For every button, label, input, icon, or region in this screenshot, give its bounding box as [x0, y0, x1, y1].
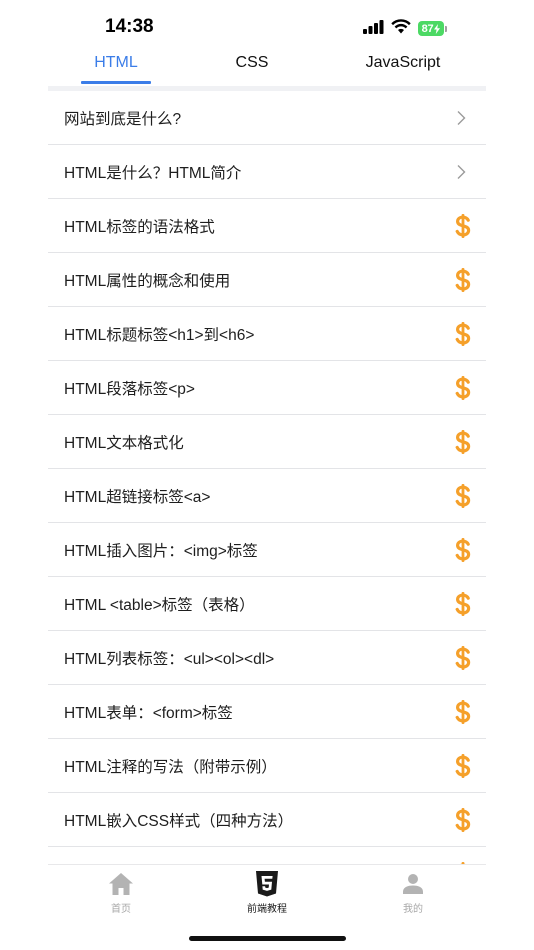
list-item[interactable]: HTML插入图片：<img>标签	[48, 523, 486, 577]
list-item[interactable]: 网站到底是什么?	[48, 91, 486, 145]
list-item[interactable]: HTML文本格式化	[48, 415, 486, 469]
chevron-right-icon	[452, 163, 470, 181]
tab-javascript[interactable]: JavaScript	[366, 54, 441, 72]
chevron-right-icon	[452, 109, 470, 127]
list-item-label: HTML <table>标签（表格）	[64, 596, 255, 614]
bottom-nav: 首页 前端教程 我的	[48, 864, 486, 921]
dollar-icon	[452, 807, 474, 833]
list-item[interactable]: HTML属性的概念和使用	[48, 253, 486, 307]
lesson-list[interactable]: 网站到底是什么? HTML是什么？HTML简介 HTML标签的语法格式 HTML属性的…	[48, 91, 486, 864]
tab-html[interactable]: HTML	[94, 54, 138, 72]
nav-label-profile: 我的	[403, 904, 423, 915]
list-item[interactable]: HTML注释的写法（附带示例）	[48, 739, 486, 793]
user-icon	[400, 871, 426, 897]
status-time: 14:38	[105, 16, 154, 37]
list-item[interactable]: HTML段落标签<p>	[48, 361, 486, 415]
list-item-label: HTML文本格式化	[64, 434, 184, 452]
nav-item-profile[interactable]: 我的	[373, 871, 453, 915]
list-item-label: HTML列表标签：<ul><ol><dl>	[64, 650, 275, 668]
dollar-icon	[452, 483, 474, 509]
category-tabs: HTML CSS JavaScript	[48, 48, 486, 86]
list-item-label: HTML属性的概念和使用	[64, 272, 231, 290]
list-item-label: HTML插入图片：<img>标签	[64, 542, 258, 560]
dollar-icon	[452, 699, 474, 725]
list-item-label: HTML段落标签<p>	[64, 380, 195, 398]
html5-icon	[254, 871, 280, 897]
wifi-icon	[391, 19, 411, 38]
nav-label-tutorials: 前端教程	[247, 904, 287, 915]
tab-css[interactable]: CSS	[236, 54, 269, 72]
cellular-signal-icon	[363, 19, 384, 38]
nav-item-home[interactable]: 首页	[81, 871, 161, 915]
list-item[interactable]: HTML嵌入CSS样式（四种方法）	[48, 793, 486, 847]
list-item[interactable]: HTML列表标签：<ul><ol><dl>	[48, 631, 486, 685]
dollar-icon	[452, 321, 474, 347]
battery-level: 87	[421, 22, 434, 35]
dollar-icon	[452, 429, 474, 455]
list-item[interactable]: HTML表单：<form>标签	[48, 685, 486, 739]
list-item[interactable]: HTML是什么？HTML简介	[48, 145, 486, 199]
list-item[interactable]: HTML标题标签<h1>到<h6>	[48, 307, 486, 361]
battery-body: 87	[418, 21, 444, 36]
battery-indicator: 87	[418, 20, 448, 37]
list-item[interactable]: HTML <table>标签（表格）	[48, 577, 486, 631]
list-item[interactable]	[48, 847, 486, 864]
list-item-label: HTML表单：<form>标签	[64, 704, 233, 722]
nav-label-home: 首页	[111, 904, 131, 915]
dollar-icon	[452, 753, 474, 779]
active-tab-indicator	[81, 81, 151, 84]
list-item-label: HTML是什么？HTML简介	[64, 164, 242, 182]
dollar-icon	[452, 213, 474, 239]
list-item-label: HTML标题标签<h1>到<h6>	[64, 326, 255, 344]
dollar-icon	[452, 267, 474, 293]
home-indicator	[189, 936, 346, 941]
dollar-icon	[452, 375, 474, 401]
dollar-icon	[452, 645, 474, 671]
charging-bolt-icon	[434, 23, 441, 34]
list-item[interactable]: HTML标签的语法格式	[48, 199, 486, 253]
status-icons: 87	[363, 19, 448, 38]
status-bar: 14:38 87	[0, 0, 534, 48]
battery-cap	[445, 25, 447, 32]
nav-item-tutorials[interactable]: 前端教程	[227, 871, 307, 915]
dollar-icon	[452, 537, 474, 563]
list-item-label: 网站到底是什么?	[64, 110, 182, 128]
list-item-label: HTML嵌入CSS样式（四种方法）	[64, 812, 294, 830]
home-icon	[108, 871, 134, 897]
dollar-icon	[452, 591, 474, 617]
list-item[interactable]: HTML超链接标签<a>	[48, 469, 486, 523]
list-item-label: HTML注释的写法（附带示例）	[64, 758, 277, 776]
list-item-label: HTML超链接标签<a>	[64, 488, 211, 506]
list-item-label: HTML标签的语法格式	[64, 218, 215, 236]
